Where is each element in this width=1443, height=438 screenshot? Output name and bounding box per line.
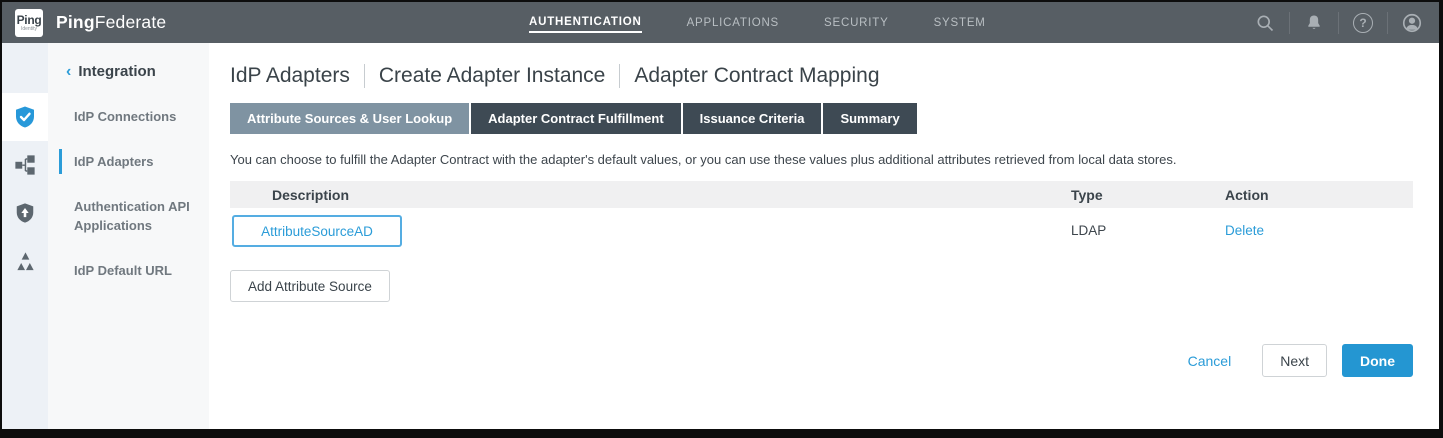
column-header-type: Type bbox=[1071, 187, 1225, 203]
nav-system[interactable]: SYSTEM bbox=[934, 13, 986, 32]
table-row: AttributeSourceAD LDAP Delete bbox=[230, 208, 1413, 252]
column-header-action: Action bbox=[1225, 187, 1413, 203]
next-button[interactable]: Next bbox=[1262, 344, 1327, 377]
ping-logo: Ping Identity bbox=[15, 9, 43, 37]
page-description: You can choose to fulfill the Adapter Co… bbox=[230, 152, 1413, 167]
footer-actions: Cancel Next Done bbox=[230, 344, 1413, 377]
divider bbox=[1289, 12, 1290, 34]
system-section-icon[interactable] bbox=[2, 237, 48, 285]
screenshot-frame: Ping Identity PingFederate AUTHENTICATIO… bbox=[0, 0, 1443, 438]
app-title: PingFederate bbox=[56, 12, 166, 33]
topology-icon bbox=[14, 154, 36, 176]
user-account-icon[interactable] bbox=[1399, 10, 1425, 36]
column-header-description: Description bbox=[230, 187, 1071, 203]
nav-security[interactable]: SECURITY bbox=[824, 13, 889, 32]
top-bar-icons: ? bbox=[1252, 2, 1425, 43]
section-icon-rail bbox=[2, 43, 48, 429]
app-window: Ping Identity PingFederate AUTHENTICATIO… bbox=[2, 2, 1439, 429]
wizard-tabs: Attribute Sources & User Lookup Adapter … bbox=[230, 103, 1413, 134]
help-glyph: ? bbox=[1359, 16, 1366, 30]
delete-link[interactable]: Delete bbox=[1225, 223, 1264, 238]
sidebar-item-idp-default-url[interactable]: IdP Default URL bbox=[48, 261, 209, 280]
sidebar-item-idp-connections[interactable]: IdP Connections bbox=[48, 107, 209, 126]
top-navigation: AUTHENTICATION APPLICATIONS SECURITY SYS… bbox=[529, 2, 986, 43]
add-attribute-source-button[interactable]: Add Attribute Source bbox=[230, 270, 390, 302]
cancel-link[interactable]: Cancel bbox=[1188, 353, 1232, 369]
main-content: IdP Adapters Create Adapter Instance Ada… bbox=[209, 43, 1439, 429]
tab-summary[interactable]: Summary bbox=[823, 103, 916, 134]
breadcrumb-separator bbox=[364, 64, 365, 88]
page-title: Adapter Contract Mapping bbox=[634, 64, 879, 88]
done-button[interactable]: Done bbox=[1342, 344, 1413, 377]
app-title-bold: Ping bbox=[56, 12, 95, 32]
divider bbox=[1387, 12, 1388, 34]
shield-arrow-icon bbox=[14, 202, 36, 224]
tab-attribute-sources-user-lookup[interactable]: Attribute Sources & User Lookup bbox=[230, 103, 469, 134]
attribute-source-link[interactable]: AttributeSourceAD bbox=[232, 215, 402, 247]
top-bar: Ping Identity PingFederate AUTHENTICATIO… bbox=[2, 2, 1439, 43]
help-icon[interactable]: ? bbox=[1350, 10, 1376, 36]
body-row: ‹ Integration IdP Connections IdP Adapter… bbox=[2, 43, 1439, 429]
brand: Ping Identity PingFederate bbox=[2, 9, 166, 37]
table-header-row: Description Type Action bbox=[230, 181, 1413, 208]
tab-issuance-criteria[interactable]: Issuance Criteria bbox=[683, 103, 822, 134]
sidebar-section-title: Integration bbox=[78, 63, 156, 80]
applications-section-icon[interactable] bbox=[2, 141, 48, 189]
breadcrumb: IdP Adapters Create Adapter Instance Ada… bbox=[230, 64, 1413, 88]
notifications-bell-icon[interactable] bbox=[1301, 10, 1327, 36]
breadcrumb-separator bbox=[619, 64, 620, 88]
ping-logo-text: Ping bbox=[17, 14, 42, 26]
shield-check-icon bbox=[13, 105, 37, 129]
nav-authentication[interactable]: AUTHENTICATION bbox=[529, 12, 642, 33]
divider bbox=[1338, 12, 1339, 34]
triad-icon bbox=[14, 250, 37, 273]
sidebar: ‹ Integration IdP Connections IdP Adapter… bbox=[48, 43, 209, 429]
sidebar-menu: IdP Connections IdP Adapters Authenticat… bbox=[48, 93, 209, 280]
rail-spacer bbox=[2, 43, 48, 93]
tab-adapter-contract-fulfillment[interactable]: Adapter Contract Fulfillment bbox=[471, 103, 681, 134]
breadcrumb-idp-adapters: IdP Adapters bbox=[230, 64, 350, 88]
app-title-light: Federate bbox=[95, 12, 167, 32]
back-chevron-icon: ‹ bbox=[66, 63, 71, 80]
search-icon[interactable] bbox=[1252, 10, 1278, 36]
sidebar-item-idp-adapters[interactable]: IdP Adapters bbox=[48, 152, 209, 171]
nav-applications[interactable]: APPLICATIONS bbox=[687, 13, 779, 32]
breadcrumb-create-adapter-instance: Create Adapter Instance bbox=[379, 64, 605, 88]
attribute-sources-table: Description Type Action AttributeSourceA… bbox=[230, 181, 1413, 252]
sidebar-back-integration[interactable]: ‹ Integration bbox=[48, 43, 209, 93]
security-section-icon[interactable] bbox=[2, 189, 48, 237]
ping-logo-subtext: Identity bbox=[21, 27, 37, 32]
attribute-source-type: LDAP bbox=[1071, 223, 1225, 238]
authentication-section-icon[interactable] bbox=[2, 93, 48, 141]
sidebar-item-authentication-api-applications[interactable]: Authentication API Applications bbox=[48, 197, 209, 235]
